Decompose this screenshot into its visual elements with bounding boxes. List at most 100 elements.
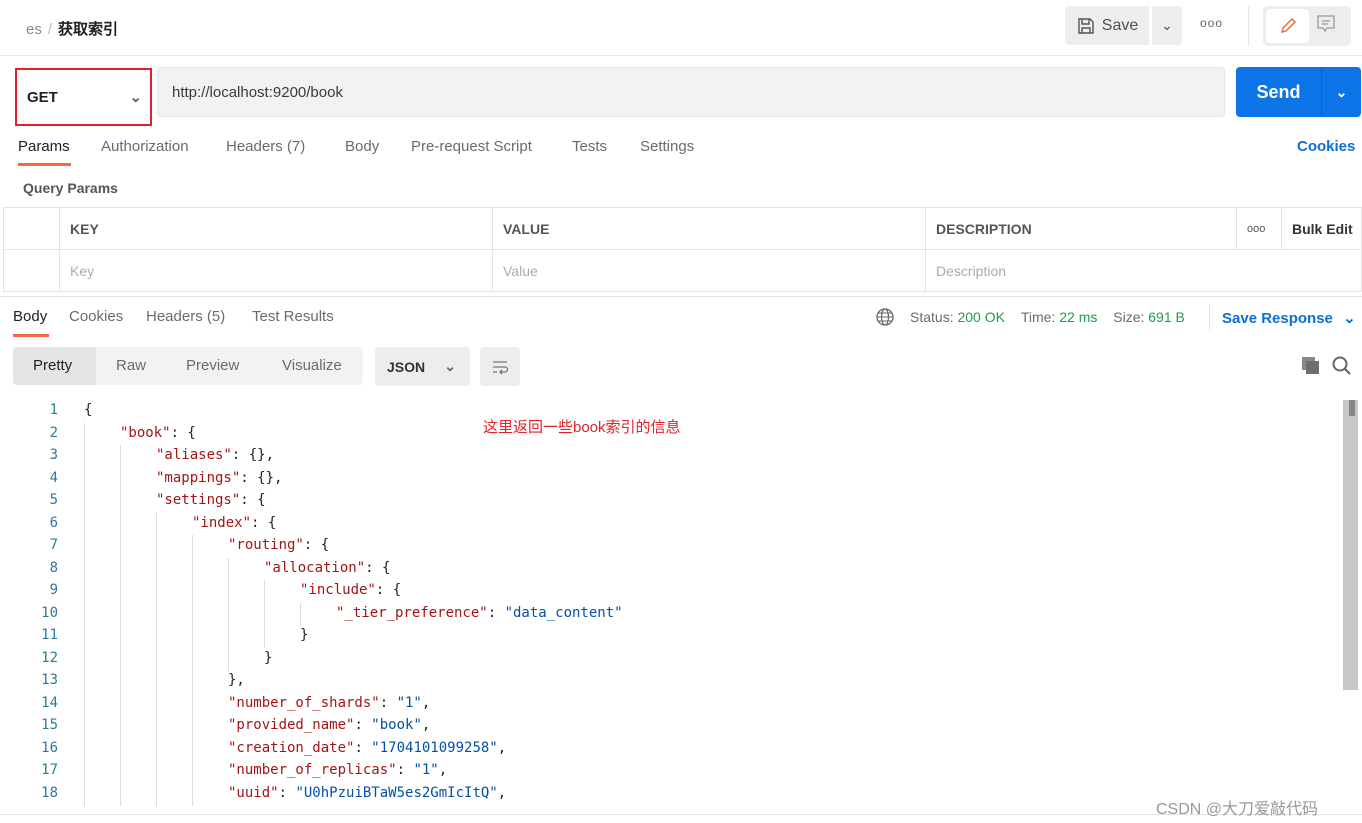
query-params-table: KEY VALUE DESCRIPTION ooo Bulk Edit Key … [3,207,1362,292]
line-number: 5 [49,492,58,508]
json-punct: : [354,717,372,733]
json-key: "mappings" [156,469,241,486]
more-options-icon[interactable]: ooo [1236,207,1282,250]
indent-guide [156,692,157,716]
search-icon[interactable] [1331,355,1353,377]
method-select[interactable]: GET ⌄ [15,68,152,126]
save-button[interactable]: Save [1065,6,1149,45]
tab-response-cookies[interactable]: Cookies [69,308,123,325]
row-checkbox [3,249,60,292]
json-punct: , [497,784,507,801]
indent-guide [120,602,121,626]
format-select[interactable]: JSON ⌄ [375,347,470,386]
tab-pre-request-script[interactable]: Pre-request Script [411,138,532,155]
time-value[interactable]: 22 ms [1059,309,1097,325]
json-punct: : [278,784,296,801]
save-label: Save [1101,16,1139,34]
tab-authorization[interactable]: Authorization [101,138,189,155]
send-button[interactable]: Send ⌄ [1236,67,1361,117]
wrap-lines-button[interactable] [480,347,520,386]
size-value[interactable]: 691 B [1148,309,1185,325]
indent-guide [84,557,85,581]
indent-guide [156,557,157,581]
tab-test-results[interactable]: Test Results [252,308,334,325]
mode-pretty[interactable]: Pretty [33,357,72,374]
indent-guide [192,782,193,806]
mode-preview[interactable]: Preview [186,357,239,374]
code-line: "uuid": "U0hPzuiBTaW5es2GmIcItQ", [228,785,506,801]
line-number: 7 [49,537,58,553]
indent-guide [120,625,121,648]
indent-guide [156,670,157,693]
comment-icon [1317,15,1335,33]
column-key: KEY [59,207,493,250]
mode-visualize[interactable]: Visualize [282,357,342,374]
copy-icon[interactable] [1300,355,1322,377]
column-value: VALUE [492,207,926,250]
tab-headers[interactable]: Headers (7) [226,138,305,155]
breadcrumb-parent[interactable]: es [26,21,42,38]
tab-response-headers[interactable]: Headers (5) [146,308,225,325]
status-value[interactable]: 200 OK [957,309,1004,325]
tab-label: Headers [146,308,203,325]
json-punct: , [421,694,431,711]
response-body-editor[interactable]: 1{2 "book": {3 "aliases": {}, 4 "mappings": … [0,398,1340,808]
line-number: 1 [49,402,58,418]
request-title[interactable]: 获取索引 [58,21,118,38]
indent-guide [192,602,193,626]
format-value: JSON [387,358,426,375]
indent-guide [84,490,85,513]
indent-guide [156,715,157,738]
tab-settings[interactable]: Settings [640,138,694,155]
tab-body[interactable]: Body [345,138,379,155]
json-value: "1" [413,762,439,778]
wrap-icon [493,360,509,374]
code-line: "allocation": { [264,560,390,576]
save-icon [1078,17,1094,34]
json-punct: : [354,739,372,756]
send-dropdown-icon[interactable]: ⌄ [1322,84,1361,101]
indent-guide [192,535,193,558]
indent-guide [192,625,193,648]
key-input[interactable]: Key [59,249,493,292]
bulk-edit-button[interactable]: Bulk Edit [1281,207,1362,250]
save-response-button[interactable]: Save Response ⌄ [1222,309,1356,327]
json-key: "include" [300,582,376,598]
save-dropdown-button[interactable]: ⌄ [1152,6,1182,45]
indent-guide [120,535,121,558]
json-value: "U0hPzuiBTaW5es2GmIcItQ" [295,784,498,801]
line-number: 3 [49,447,58,463]
more-options-icon[interactable]: ooo [1200,16,1223,30]
line-number: 4 [49,469,58,486]
code-line: "_tier_preference": "data_content" [336,605,623,621]
annotation-text: 这里返回一些book索引的信息 [483,419,681,436]
globe-icon[interactable] [875,307,895,327]
indent-guide [228,647,229,671]
tab-tests[interactable]: Tests [572,138,607,155]
json-value: "book" [371,717,422,733]
line-number: 8 [49,559,58,576]
indent-guide [228,602,229,626]
json-key: "number_of_replicas" [228,762,397,778]
mode-raw[interactable]: Raw [116,357,146,374]
tab-params[interactable]: Params [18,138,70,155]
edit-toggle-button[interactable] [1266,9,1309,43]
active-tab-indicator [13,334,49,337]
scrollbar-thumb[interactable] [1343,400,1358,690]
url-input[interactable]: http://localhost:9200/book [157,67,1225,117]
indent-guide [228,557,229,581]
indent-guide [84,737,85,761]
headers-count: (5) [206,308,226,325]
comments-button[interactable] [1315,13,1337,38]
line-number: 13 [41,672,58,688]
indent-guide [84,760,85,783]
description-input[interactable]: Description [925,249,1362,292]
tab-response-body[interactable]: Body [13,308,47,325]
cookies-link[interactable]: Cookies [1297,138,1355,155]
line-number: 12 [41,649,58,666]
url-value: http://localhost:9200/book [172,83,343,101]
line-number: 10 [41,604,58,621]
pencil-icon [1280,17,1296,34]
chevron-down-icon: ⌄ [1161,17,1173,33]
value-input[interactable]: Value [492,249,926,292]
